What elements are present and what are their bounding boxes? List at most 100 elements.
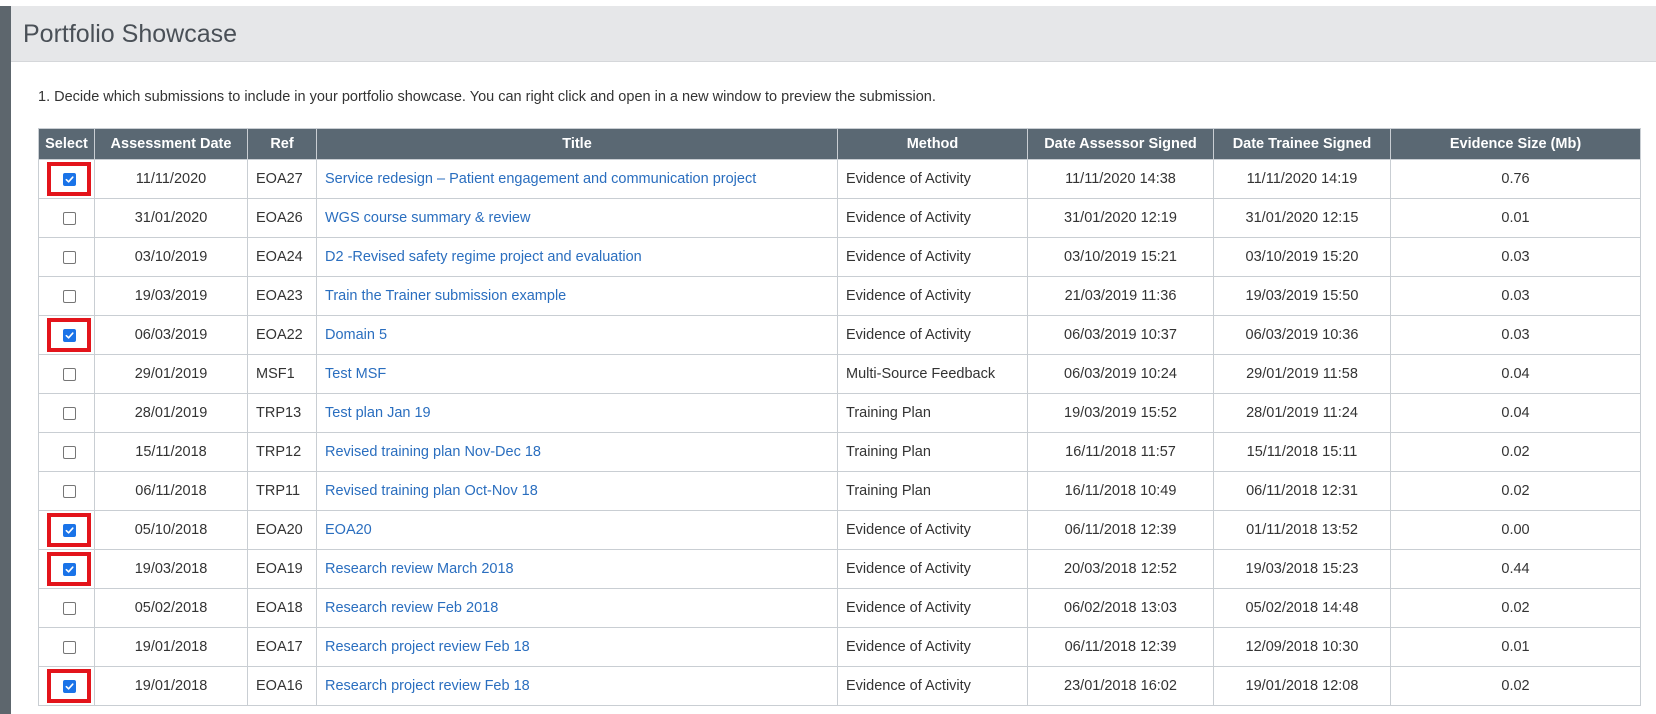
- method-cell: Evidence of Activity: [837, 315, 1028, 355]
- assessment-date-cell: 31/01/2020: [94, 198, 248, 238]
- date-assessor-signed-cell: 20/03/2018 12:52: [1027, 549, 1214, 589]
- header-method: Method: [837, 128, 1028, 160]
- select-cell: [38, 549, 95, 589]
- date-trainee-signed-cell: 19/03/2018 15:23: [1213, 549, 1391, 589]
- title-cell: Train the Trainer submission example: [316, 276, 838, 316]
- select-checkbox[interactable]: [62, 172, 76, 186]
- select-cell: [38, 627, 95, 667]
- highlight-box: [47, 162, 91, 196]
- evidence-size-cell: 0.00: [1390, 510, 1641, 550]
- date-trainee-signed-cell: 03/10/2019 15:20: [1213, 237, 1391, 277]
- submission-title-link[interactable]: WGS course summary & review: [325, 210, 530, 226]
- submission-title-link[interactable]: EOA20: [325, 522, 372, 538]
- select-cell: [38, 198, 95, 238]
- date-trainee-signed-cell: 06/03/2019 10:36: [1213, 315, 1391, 355]
- assessment-date-cell: 29/01/2019: [94, 354, 248, 394]
- panel-left-accent-bar: [0, 6, 11, 714]
- assessment-date-cell: 28/01/2019: [94, 393, 248, 433]
- date-trainee-signed-cell: 28/01/2019 11:24: [1213, 393, 1391, 433]
- page-title: Portfolio Showcase: [23, 20, 238, 48]
- header-select: Select: [38, 128, 95, 160]
- ref-cell: EOA27: [247, 159, 317, 199]
- date-assessor-signed-cell: 21/03/2019 11:36: [1027, 276, 1214, 316]
- submission-title-link[interactable]: Research project review Feb 18: [325, 678, 530, 694]
- select-cell: [38, 276, 95, 316]
- submissions-table: Select Assessment Date Ref Title Method …: [38, 128, 1641, 706]
- method-cell: Evidence of Activity: [837, 666, 1028, 706]
- date-trainee-signed-cell: 29/01/2019 11:58: [1213, 354, 1391, 394]
- select-checkbox[interactable]: [62, 640, 76, 654]
- date-assessor-signed-cell: 06/02/2018 13:03: [1027, 588, 1214, 628]
- select-cell: [38, 237, 95, 277]
- date-trainee-signed-cell: 11/11/2020 14:19: [1213, 159, 1391, 199]
- method-cell: Training Plan: [837, 432, 1028, 472]
- select-checkbox[interactable]: [62, 679, 76, 693]
- select-checkbox[interactable]: [62, 328, 76, 342]
- select-checkbox[interactable]: [62, 406, 76, 420]
- table-row: 05/02/2018 EOA18 Research review Feb 2018 E…: [38, 588, 1641, 628]
- submission-title-link[interactable]: Service redesign – Patient engagement an…: [325, 171, 756, 187]
- assessment-date-cell: 05/02/2018: [94, 588, 248, 628]
- title-cell: Domain 5: [316, 315, 838, 355]
- select-checkbox[interactable]: [62, 484, 76, 498]
- submission-title-link[interactable]: Revised training plan Nov-Dec 18: [325, 444, 541, 460]
- date-assessor-signed-cell: 16/11/2018 10:49: [1027, 471, 1214, 511]
- table-row: 06/03/2019 EOA22 Domain 5 Evidence of Activ…: [38, 315, 1641, 355]
- header-evidence-size: Evidence Size (Mb): [1390, 128, 1641, 160]
- evidence-size-cell: 0.03: [1390, 315, 1641, 355]
- checkbox-wrap: [47, 474, 91, 508]
- assessment-date-cell: 11/11/2020: [94, 159, 248, 199]
- title-cell: Revised training plan Oct-Nov 18: [316, 471, 838, 511]
- highlight-box: [47, 513, 91, 547]
- portfolio-showcase-page: Portfolio Showcase 1. Decide which submi…: [0, 0, 1656, 714]
- select-checkbox[interactable]: [62, 289, 76, 303]
- select-cell: [38, 393, 95, 433]
- ref-cell: EOA24: [247, 237, 317, 277]
- evidence-size-cell: 0.04: [1390, 354, 1641, 394]
- date-assessor-signed-cell: 16/11/2018 11:57: [1027, 432, 1214, 472]
- select-checkbox[interactable]: [62, 250, 76, 264]
- select-cell: [38, 510, 95, 550]
- ref-cell: EOA19: [247, 549, 317, 589]
- submission-title-link[interactable]: Research project review Feb 18: [325, 639, 530, 655]
- instruction-text: 1. Decide which submissions to include i…: [38, 89, 936, 105]
- ref-cell: EOA17: [247, 627, 317, 667]
- table-row: 19/01/2018 EOA16 Research project review F…: [38, 666, 1641, 706]
- assessment-date-cell: 06/11/2018: [94, 471, 248, 511]
- table-row: 19/03/2018 EOA19 Research review March 201…: [38, 549, 1641, 589]
- title-cell: Research project review Feb 18: [316, 666, 838, 706]
- select-checkbox[interactable]: [62, 367, 76, 381]
- ref-cell: EOA26: [247, 198, 317, 238]
- submission-title-link[interactable]: Test MSF: [325, 366, 386, 382]
- title-cell: Revised training plan Nov-Dec 18: [316, 432, 838, 472]
- evidence-size-cell: 0.01: [1390, 627, 1641, 667]
- title-cell: WGS course summary & review: [316, 198, 838, 238]
- evidence-size-cell: 0.02: [1390, 432, 1641, 472]
- submission-title-link[interactable]: Train the Trainer submission example: [325, 288, 566, 304]
- submission-title-link[interactable]: Research review Feb 2018: [325, 600, 498, 616]
- date-trainee-signed-cell: 06/11/2018 12:31: [1213, 471, 1391, 511]
- table-row: 06/11/2018 TRP11 Revised training plan Oct…: [38, 471, 1641, 511]
- table-row: 29/01/2019 MSF1 Test MSF Multi-Source Feedb…: [38, 354, 1641, 394]
- date-assessor-signed-cell: 06/11/2018 12:39: [1027, 627, 1214, 667]
- select-checkbox[interactable]: [62, 445, 76, 459]
- select-checkbox[interactable]: [62, 601, 76, 615]
- assessment-date-cell: 19/01/2018: [94, 627, 248, 667]
- title-cell: Research review March 2018: [316, 549, 838, 589]
- submission-title-link[interactable]: Test plan Jan 19: [325, 405, 431, 421]
- select-checkbox[interactable]: [62, 211, 76, 225]
- ref-cell: TRP11: [247, 471, 317, 511]
- select-checkbox[interactable]: [62, 523, 76, 537]
- checkbox-wrap: [47, 279, 91, 313]
- submission-title-link[interactable]: Domain 5: [325, 327, 387, 343]
- submission-title-link[interactable]: D2 -Revised safety regime project and ev…: [325, 249, 642, 265]
- submission-title-link[interactable]: Research review March 2018: [325, 561, 514, 577]
- checkbox-wrap: [47, 435, 91, 469]
- title-cell: Test MSF: [316, 354, 838, 394]
- select-checkbox[interactable]: [62, 562, 76, 576]
- date-assessor-signed-cell: 03/10/2019 15:21: [1027, 237, 1214, 277]
- submission-title-link[interactable]: Revised training plan Oct-Nov 18: [325, 483, 538, 499]
- assessment-date-cell: 03/10/2019: [94, 237, 248, 277]
- evidence-size-cell: 0.03: [1390, 276, 1641, 316]
- header-date-trainee-signed: Date Trainee Signed: [1213, 128, 1391, 160]
